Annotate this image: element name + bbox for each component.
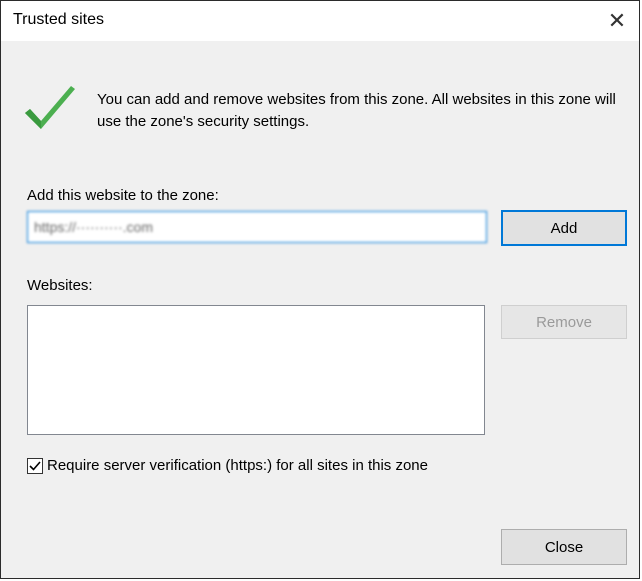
add-site-label: Add this website to the zone:	[27, 187, 219, 204]
close-icon[interactable]: ✕	[595, 1, 639, 41]
websites-list[interactable]	[27, 305, 485, 435]
add-button[interactable]: Add	[501, 210, 627, 246]
server-verification-checkbox[interactable]	[27, 457, 43, 474]
checkmark-icon	[25, 86, 75, 129]
websites-label: Websites:	[27, 277, 93, 294]
add-site-input[interactable]	[27, 211, 487, 243]
remove-button: Remove	[501, 305, 627, 339]
info-message: You can add and remove websites from thi…	[97, 91, 616, 130]
server-verification-label: Require server verification (https:) for…	[47, 457, 428, 474]
server-verification-option[interactable]: Require server verification (https:) for…	[27, 457, 428, 474]
window-title: Trusted sites	[13, 11, 104, 28]
close-button[interactable]: Close	[501, 529, 627, 565]
title-bar: Trusted sites ✕	[1, 1, 639, 41]
trusted-sites-dialog: Trusted sites ✕ You can add and remove w…	[0, 0, 640, 579]
checkbox-check-icon	[29, 460, 41, 471]
